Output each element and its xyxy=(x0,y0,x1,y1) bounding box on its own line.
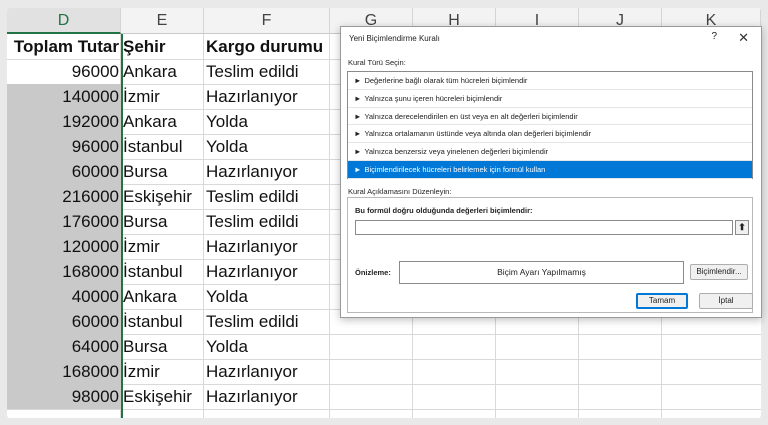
rule-type-item[interactable]: ► Yalnızca ortalamanın üstünde veya altın… xyxy=(348,125,752,144)
table-cell[interactable]: 98000 xyxy=(7,384,121,409)
table-cell[interactable]: İzmir xyxy=(121,234,204,259)
table-cell[interactable]: Ankara xyxy=(121,284,204,309)
table-cell[interactable]: Bursa xyxy=(121,209,204,234)
table-cell[interactable]: 168000 xyxy=(7,259,121,284)
table-cell[interactable]: Yolda xyxy=(204,334,330,359)
table-cell[interactable]: Yolda xyxy=(204,134,330,159)
table-cell[interactable]: Yolda xyxy=(204,109,330,134)
table-cell[interactable]: Bursa xyxy=(121,334,204,359)
table-header-cell[interactable]: Kargo durumu xyxy=(204,34,330,59)
dialog-title: Yeni Biçimlendirme Kuralı xyxy=(349,34,440,43)
description-label: Kural Açıklamasını Düzenleyin: xyxy=(348,187,452,196)
table-cell[interactable]: 192000 xyxy=(7,109,121,134)
table-cell[interactable]: Hazırlanıyor xyxy=(204,259,330,284)
arrow-icon: ► xyxy=(354,93,362,103)
column-header-e[interactable]: E xyxy=(121,8,204,34)
table-cell[interactable]: İzmir xyxy=(121,359,204,384)
table-cell[interactable]: Yolda xyxy=(204,284,330,309)
collapse-dialog-icon[interactable]: ⬆ xyxy=(735,220,749,235)
table-cell[interactable]: İzmir xyxy=(121,84,204,109)
arrow-icon: ► xyxy=(354,76,362,85)
cancel-button[interactable]: İptal xyxy=(699,293,753,309)
selection-border xyxy=(121,34,123,418)
table-cell[interactable]: 120000 xyxy=(7,234,121,259)
table-cell[interactable]: 216000 xyxy=(7,184,121,209)
rule-type-item[interactable]: ► Yalnızca derecelendirilen en üst veya e… xyxy=(348,108,752,126)
table-cell[interactable]: Bursa xyxy=(121,159,204,184)
table-cell[interactable]: İstanbul xyxy=(121,309,204,334)
table-cell[interactable]: Teslim edildi xyxy=(204,209,330,234)
table-cell[interactable]: Ankara xyxy=(121,109,204,134)
rule-type-label-text: Yalnızca şunu içeren hücreleri biçimlend… xyxy=(364,93,503,103)
rule-type-label-text: Yalnızca ortalamanın üstünde veya altınd… xyxy=(364,129,592,139)
formula-input[interactable] xyxy=(355,220,733,235)
table-header-cell[interactable]: Şehir xyxy=(121,34,204,59)
table-cell[interactable]: Hazırlanıyor xyxy=(204,234,330,259)
rule-type-label-text: Biçimlendirilecek hücreleri belirlemek i… xyxy=(364,164,546,174)
preview-label: Önizleme: xyxy=(355,268,391,277)
preview-box: Biçim Ayarı Yapılmamış xyxy=(399,261,684,284)
rule-type-label-text: Yalnızca derecelendirilen en üst veya en… xyxy=(364,111,578,121)
table-cell[interactable]: Hazırlanıyor xyxy=(204,359,330,384)
table-cell[interactable]: İstanbul xyxy=(121,259,204,284)
table-cell[interactable]: İstanbul xyxy=(121,134,204,159)
table-cell[interactable]: 168000 xyxy=(7,359,121,384)
arrow-icon: ► xyxy=(354,111,362,121)
column-header-d[interactable]: D xyxy=(7,8,121,34)
arrow-icon: ► xyxy=(354,164,362,174)
column-header-f[interactable]: F xyxy=(204,8,330,34)
rule-type-list[interactable]: ► Değerlerine bağlı olarak tüm hücreleri … xyxy=(347,71,753,179)
rule-type-label: Kural Türü Seçin: xyxy=(348,58,406,67)
table-cell[interactable]: 96000 xyxy=(7,134,121,159)
table-cell[interactable]: Teslim edildi xyxy=(204,184,330,209)
table-cell[interactable]: Hazırlanıyor xyxy=(204,84,330,109)
help-icon[interactable]: ? xyxy=(711,31,717,42)
rule-type-item[interactable]: ► Biçimlendirilecek hücreleri belirlemek … xyxy=(348,160,752,179)
rule-type-label-text: Yalnızca benzersiz veya yinelenen değerl… xyxy=(364,147,549,157)
arrow-icon: ► xyxy=(354,147,362,157)
ok-button[interactable]: Tamam xyxy=(636,293,688,309)
table-cell[interactable]: Teslim edildi xyxy=(204,59,330,84)
table-cell[interactable]: 140000 xyxy=(7,84,121,109)
table-cell[interactable]: Teslim edildi xyxy=(204,309,330,334)
table-cell[interactable]: 60000 xyxy=(7,309,121,334)
formula-label: Bu formül doğru olduğunda değerleri biçi… xyxy=(355,206,533,215)
table-cell[interactable]: 40000 xyxy=(7,284,121,309)
table-cell[interactable]: Eskişehir xyxy=(121,184,204,209)
arrow-icon: ► xyxy=(354,129,362,139)
rule-type-item[interactable]: ► Yalnızca benzersiz veya yinelenen değer… xyxy=(348,143,752,161)
table-cell[interactable]: 96000 xyxy=(7,59,121,84)
table-header-cell[interactable]: Toplam Tutar xyxy=(7,34,121,59)
rule-type-item[interactable]: ► Yalnızca şunu içeren hücreleri biçimlen… xyxy=(348,90,752,108)
format-button[interactable]: Biçimlendir... xyxy=(690,264,748,280)
rule-description-box: Bu formül doğru olduğunda değerleri biçi… xyxy=(347,197,753,313)
rule-type-item[interactable]: ► Değerlerine bağlı olarak tüm hücreleri … xyxy=(348,72,752,90)
table-cell[interactable]: Eskişehir xyxy=(121,384,204,409)
close-icon[interactable]: ✕ xyxy=(738,30,749,46)
table-cell[interactable]: Hazırlanıyor xyxy=(204,384,330,409)
table-cell[interactable]: Hazırlanıyor xyxy=(204,159,330,184)
table-cell[interactable]: Ankara xyxy=(121,59,204,84)
table-cell[interactable]: 176000 xyxy=(7,209,121,234)
rule-type-label-text: Değerlerine bağlı olarak tüm hücreleri b… xyxy=(364,76,528,85)
table-cell[interactable]: 60000 xyxy=(7,159,121,184)
table-cell[interactable]: 64000 xyxy=(7,334,121,359)
new-formatting-rule-dialog: Yeni Biçimlendirme Kuralı ? ✕ Kural Türü… xyxy=(340,26,762,318)
